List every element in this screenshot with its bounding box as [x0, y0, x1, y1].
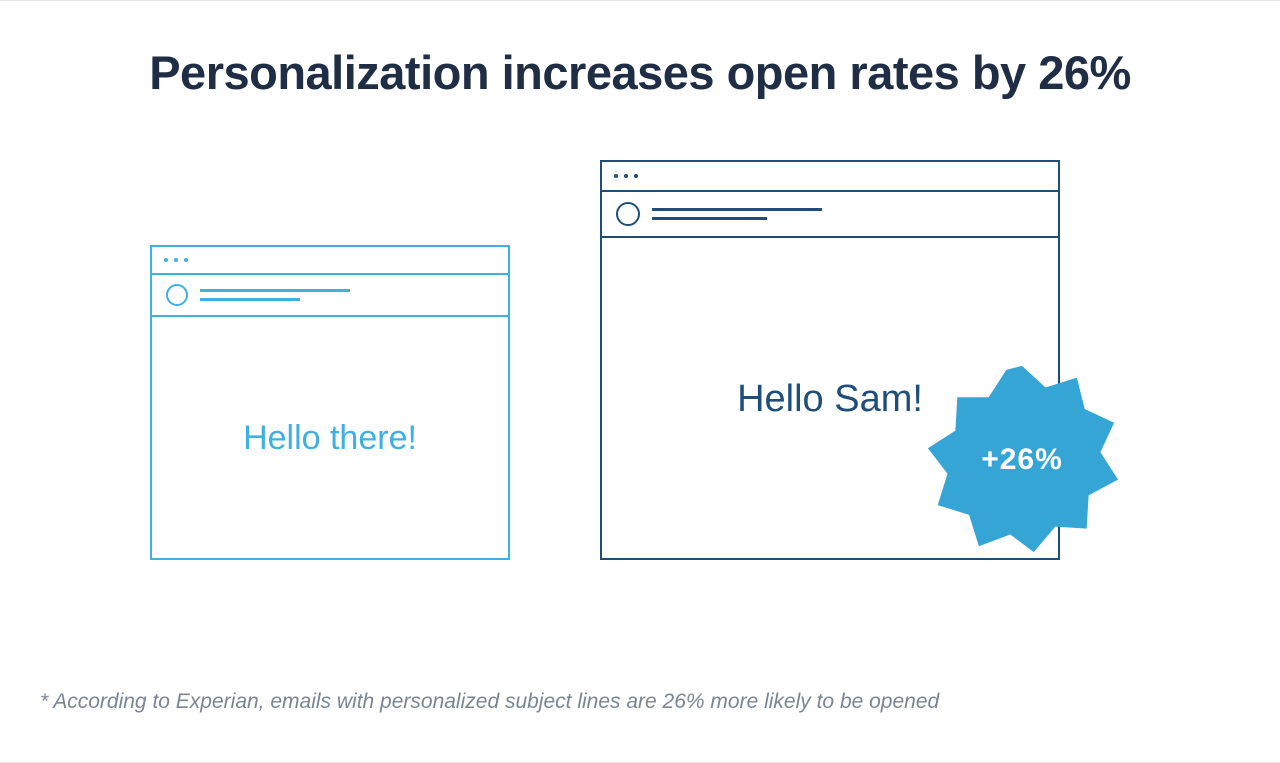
email-header-row	[152, 275, 508, 317]
text-line-icon	[652, 208, 822, 211]
badge-label: +26%	[981, 443, 1063, 477]
email-window-generic: Hello there!	[150, 245, 510, 560]
personalized-greeting: Hello Sam!	[737, 378, 923, 421]
text-line-icon	[200, 289, 350, 292]
window-dot-icon	[614, 174, 618, 178]
header-text-lines	[200, 289, 350, 301]
email-body: Hello there!	[152, 319, 508, 558]
text-line-icon	[200, 298, 300, 301]
window-dot-icon	[184, 258, 188, 262]
window-dot-icon	[624, 174, 628, 178]
window-titlebar	[152, 247, 508, 275]
window-dot-icon	[634, 174, 638, 178]
diagram-area: Hello there! Hello Sam! +26%	[60, 100, 1220, 620]
uplift-badge: +26%	[924, 362, 1120, 558]
avatar-icon	[616, 202, 640, 226]
footnote: * According to Experian, emails with per…	[40, 690, 939, 714]
generic-greeting: Hello there!	[243, 419, 417, 458]
window-dot-icon	[164, 258, 168, 262]
headline: Personalization increases open rates by …	[60, 45, 1220, 100]
avatar-icon	[166, 284, 188, 306]
window-dot-icon	[174, 258, 178, 262]
window-titlebar	[602, 162, 1058, 192]
text-line-icon	[652, 217, 767, 220]
email-header-row	[602, 192, 1058, 238]
header-text-lines	[652, 208, 822, 220]
